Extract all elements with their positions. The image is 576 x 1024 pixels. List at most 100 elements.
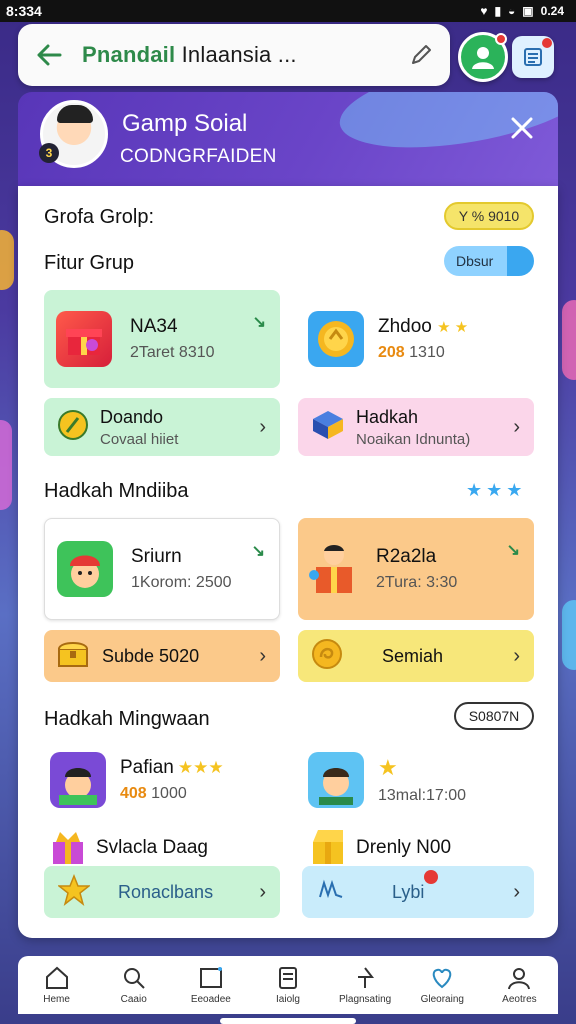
status-time: 8:334 xyxy=(6,3,42,19)
search-bar[interactable]: Pnandail Inlaansia ... xyxy=(18,24,450,86)
nav-item-board[interactable]: Eeoadee xyxy=(176,965,246,1005)
chevron-right-icon: › xyxy=(513,644,520,667)
status-right-text: 0.24 xyxy=(540,4,564,18)
signal-icon: ▮ xyxy=(494,4,502,18)
coin-swirl-icon xyxy=(310,637,344,676)
search-query-rest: Inlaansia ... xyxy=(175,42,297,67)
home-indicator[interactable] xyxy=(220,1018,356,1024)
board-icon xyxy=(199,967,222,988)
level-badge: 3 xyxy=(39,143,59,163)
person-item-pafian[interactable]: Pafian ★★★ 408 1000 xyxy=(44,748,280,812)
search-query[interactable]: Pnandail Inlaansia ... xyxy=(82,42,297,68)
header-subtitle: CODNGRFAIDEN xyxy=(120,146,277,167)
feature-button-doando[interactable]: Doando Covaal hiiet › xyxy=(44,398,280,456)
section-code-pill[interactable]: S0807N xyxy=(454,702,534,730)
person-item-second[interactable]: ★ 13mal:17:00 xyxy=(302,748,538,812)
action-button-lybi[interactable]: Lybi › xyxy=(302,866,534,918)
nav-item-pin[interactable]: Plagnsating xyxy=(330,965,400,1005)
nav-label: Plagnsating xyxy=(338,994,392,1005)
tile-subtitle: 1Korom: 2500 xyxy=(131,574,232,591)
group-stat-pill[interactable]: Y % 9010 xyxy=(444,202,534,230)
player-avatar-icon xyxy=(57,541,113,597)
section-title-features: Fitur Grup xyxy=(44,252,135,274)
nav-item-heart[interactable]: Gleoraing xyxy=(407,965,477,1005)
layers-icon xyxy=(278,967,297,989)
tile-title: R2a2la xyxy=(376,546,437,567)
background-decor xyxy=(562,600,576,670)
nav-item-search[interactable]: Caaio xyxy=(99,965,169,1005)
group-header: 3 Gamp Soial CODNGRFAIDEN xyxy=(18,92,558,188)
person-sub: 408 1000 xyxy=(120,785,224,803)
action-button-ronaclbans[interactable]: Ronaclbans › xyxy=(44,866,280,918)
button-label: Lybi xyxy=(392,881,425,902)
button-label: Semiah xyxy=(382,645,444,666)
gift-item-drenly[interactable]: Drenly N00 xyxy=(308,828,544,868)
action-button-subde[interactable]: Subde 5020 › xyxy=(44,630,280,682)
list-menu-button[interactable] xyxy=(512,36,554,78)
tile-subtitle: 2Taret 8310 xyxy=(130,344,215,361)
heart-icon xyxy=(433,968,452,989)
star-icon xyxy=(56,873,92,911)
feature-tile-coin[interactable]: Zhdoo ★ ★ 208 1310 xyxy=(298,290,534,388)
gift-icon xyxy=(308,826,348,871)
tile-title: NA34 xyxy=(130,316,178,337)
nav-label: Eeoadee xyxy=(190,994,231,1005)
notification-dot xyxy=(495,33,507,45)
main-card: Grofa Grolp: Y % 9010 Fitur Grup Dbsur N… xyxy=(18,186,558,938)
chevron-right-icon: › xyxy=(259,644,266,667)
rating-stars: ★★★ xyxy=(177,758,224,777)
feature-button-hadkah[interactable]: Hadkah Noaikan Idnunta) › xyxy=(298,398,534,456)
status-bar: 8:334 ♥ ▮ ◒ ▣ 0.24 xyxy=(0,0,576,22)
person-avatar-icon xyxy=(50,752,106,808)
player-tile-r2a2la[interactable]: R2a2la 2Tura: 3:30 ↘ xyxy=(298,518,534,620)
notification-icon: ♥ xyxy=(480,4,488,18)
list-icon xyxy=(524,48,542,66)
background-decor xyxy=(0,230,14,290)
chest-icon xyxy=(56,639,90,674)
close-icon[interactable] xyxy=(508,114,536,142)
person-name: ★ xyxy=(378,755,466,781)
nav-item-layers[interactable]: Iaiolg xyxy=(253,965,323,1005)
back-arrow-icon[interactable] xyxy=(34,40,64,70)
section-stars: ★★★ xyxy=(466,480,527,500)
person-sub-accent: 408 xyxy=(120,785,147,802)
person-sub-text: 1000 xyxy=(146,785,187,802)
features-toggle-pill[interactable]: Dbsur xyxy=(444,246,534,276)
nav-label: Gleoraing xyxy=(420,994,464,1005)
gift-icon xyxy=(48,826,88,871)
status-icons: ♥ ▮ ◒ ▣ 0.24 xyxy=(480,4,564,18)
button-subtitle: Covaal hiiet xyxy=(100,430,179,448)
button-label: Ronaclbans xyxy=(118,881,214,902)
nav-label: Caaio xyxy=(120,994,147,1005)
avatar-hat xyxy=(57,105,93,123)
gift-item-svlacla[interactable]: Svlacla Daag xyxy=(48,828,284,868)
nav-item-home[interactable]: Heme xyxy=(22,965,92,1005)
person-sub: 13mal:17:00 xyxy=(378,787,467,804)
nav-label: Iaiolg xyxy=(276,994,300,1005)
chevron-right-icon: › xyxy=(259,880,266,903)
nav-item-user[interactable]: Aeotres xyxy=(484,965,554,1005)
group-avatar: 3 xyxy=(39,100,108,168)
chevron-right-icon: › xyxy=(259,415,266,438)
home-icon xyxy=(45,966,68,989)
edit-pen-icon[interactable] xyxy=(408,42,434,68)
check-icon: ↘ xyxy=(506,542,520,559)
chat-icon xyxy=(316,875,346,910)
wifi-icon: ◒ xyxy=(508,4,516,18)
gift-title: Drenly N00 xyxy=(356,837,452,858)
feature-tile-gift[interactable]: NA34 2Taret 8310 ↘ xyxy=(44,290,280,388)
button-title: Hadkah xyxy=(356,406,419,427)
chevron-right-icon: › xyxy=(513,415,520,438)
battery-icon: ▣ xyxy=(522,4,534,18)
tile-subtitle-text: 1310 xyxy=(404,344,445,361)
profile-avatar-button[interactable] xyxy=(458,32,508,82)
tile-title: Zhdoo ★ ★ xyxy=(378,316,468,338)
notification-dot xyxy=(542,38,552,48)
player-tile-sriurn[interactable]: Sriurn 1Korom: 2500 ↘ xyxy=(44,518,280,620)
search-query-prefix: Pnandail xyxy=(82,42,176,67)
person-avatar-icon xyxy=(308,752,364,808)
person-name: Pafian ★★★ xyxy=(120,757,224,779)
check-icon: ↘ xyxy=(251,543,265,560)
action-button-semiah[interactable]: Semiah › xyxy=(298,630,534,682)
notification-dot xyxy=(424,870,438,884)
